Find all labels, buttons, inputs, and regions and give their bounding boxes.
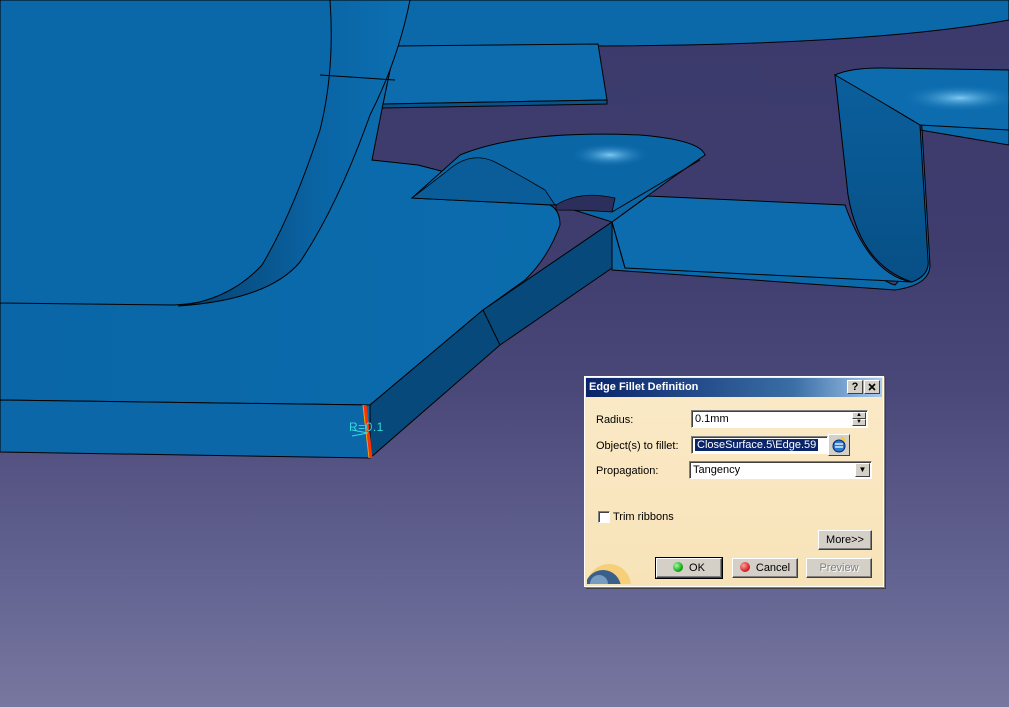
element-list-button[interactable]	[828, 434, 850, 456]
objects-label: Object(s) to fillet:	[596, 440, 679, 452]
cancel-button[interactable]: Cancel	[732, 558, 798, 578]
radius-value: 0.1mm	[695, 413, 729, 425]
ok-label: OK	[689, 562, 705, 574]
spin-up-icon[interactable]: ▲	[852, 412, 866, 419]
radius-annotation: R=0.1	[349, 420, 384, 434]
propagation-value: Tangency	[693, 464, 741, 476]
chevron-down-icon[interactable]: ▼	[855, 463, 870, 477]
3d-part-geometry[interactable]	[0, 0, 1009, 707]
preview-button[interactable]: Preview	[806, 558, 872, 578]
ok-button[interactable]: OK	[655, 557, 723, 579]
radius-spinner[interactable]: ▲ ▼	[852, 412, 866, 426]
cancel-label: Cancel	[755, 562, 791, 574]
objects-field[interactable]: CloseSurface.5\Edge.59	[691, 436, 828, 454]
dialog-titlebar[interactable]: Edge Fillet Definition ?	[586, 378, 882, 397]
catia-globe-icon	[587, 554, 631, 584]
help-button[interactable]: ?	[847, 380, 863, 394]
trim-ribbons-label: Trim ribbons	[613, 511, 674, 523]
edge-fillet-dialog: Edge Fillet Definition ? Radius: 0.1mm ▲…	[584, 376, 884, 587]
propagation-select[interactable]: Tangency ▼	[689, 461, 872, 479]
cancel-icon	[739, 562, 750, 572]
selection-list-icon	[832, 436, 846, 453]
dialog-title: Edge Fillet Definition	[589, 381, 699, 393]
close-icon	[868, 383, 876, 391]
propagation-label: Propagation:	[596, 465, 659, 477]
ok-icon	[673, 562, 684, 572]
objects-value: CloseSurface.5\Edge.59	[695, 439, 819, 451]
close-button[interactable]	[864, 380, 880, 394]
more-button[interactable]: More>>	[818, 530, 872, 550]
radius-label: Radius:	[596, 414, 634, 426]
3d-viewport[interactable]: R=0.1	[0, 0, 1009, 707]
spin-down-icon[interactable]: ▼	[852, 419, 866, 426]
radius-input[interactable]: 0.1mm ▲ ▼	[691, 410, 868, 428]
trim-ribbons-checkbox[interactable]	[598, 511, 610, 523]
